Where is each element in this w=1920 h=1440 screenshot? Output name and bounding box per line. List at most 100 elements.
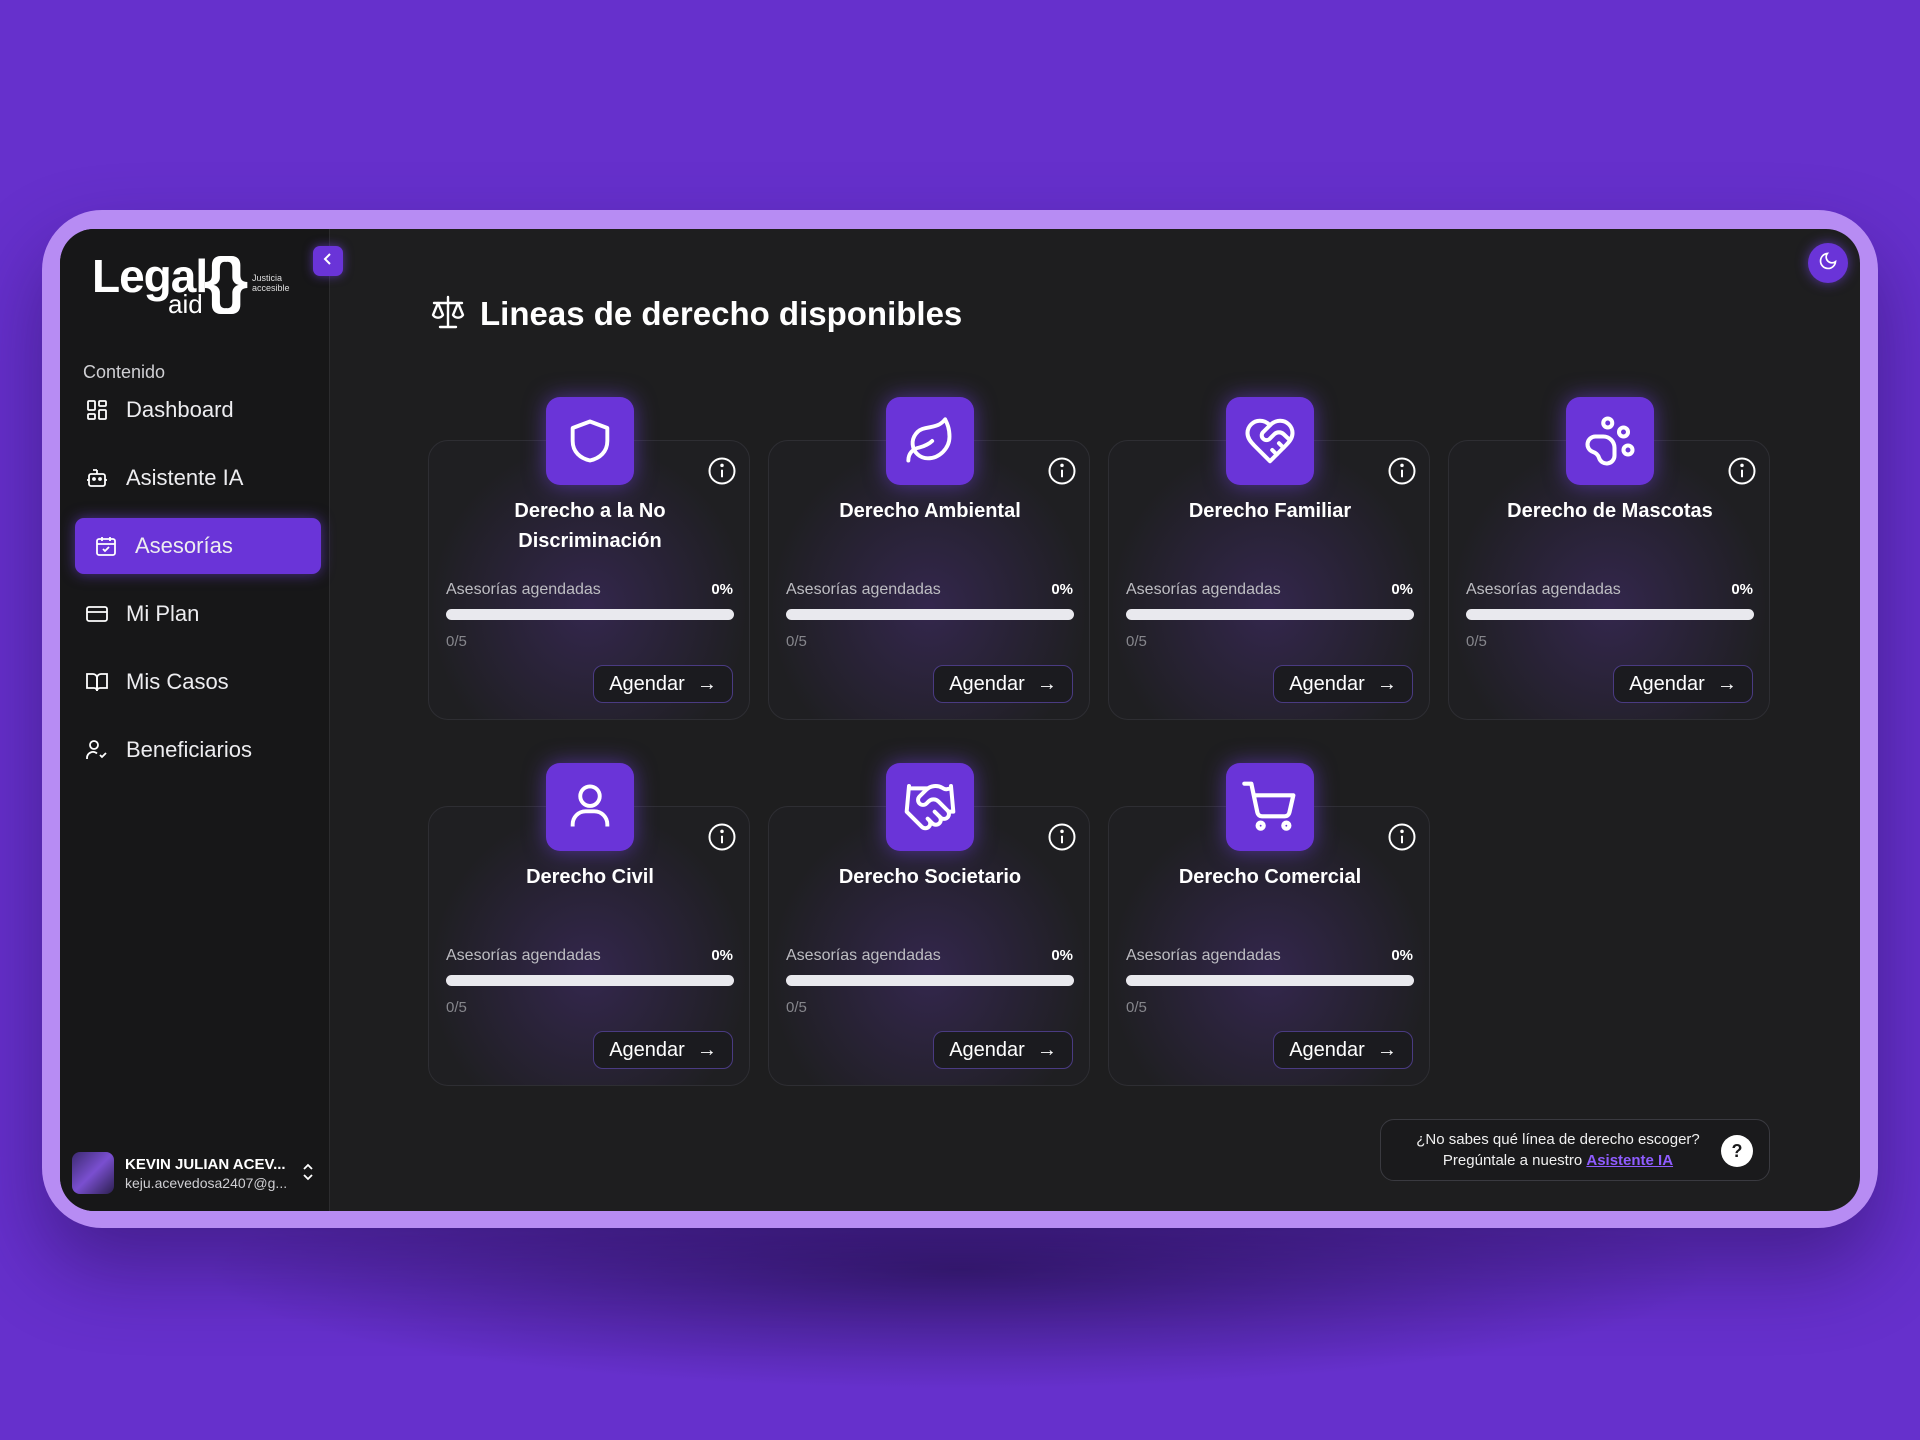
arrow-right-icon: →	[696, 672, 717, 695]
progress-bar	[1126, 609, 1414, 620]
moon-icon	[1818, 251, 1838, 276]
calendar-check-icon	[92, 532, 120, 560]
help-line-2: Pregúntale a nuestro Asistente IA	[1393, 1150, 1723, 1171]
brand-tagline: Justicia accesible	[252, 273, 290, 293]
card-derecho-civil: Derecho Civil Asesorías agendadas 0% 0/5…	[428, 763, 750, 1086]
brand-logo[interactable]: Legal aid {} Justicia accesible	[92, 246, 302, 329]
credit-card-icon	[83, 600, 111, 628]
stat-label: Asesorías agendadas	[446, 581, 601, 598]
help-box: ¿No sabes qué línea de derecho escoger? …	[1380, 1119, 1770, 1181]
agendar-button-label: Agendar	[949, 1038, 1025, 1061]
heart-handshake-icon	[1226, 397, 1314, 485]
scale-icon	[428, 293, 468, 336]
brand-braces: {}	[204, 246, 248, 315]
stat-count: 0/5	[446, 633, 467, 650]
agendar-button-label: Agendar	[949, 672, 1025, 695]
progress-bar	[786, 975, 1074, 986]
agendar-button[interactable]: Agendar →	[1273, 665, 1413, 703]
info-icon[interactable]	[1047, 456, 1077, 486]
user-name: KEVIN JULIAN ACEV...	[125, 1156, 286, 1173]
book-icon	[83, 668, 111, 696]
stat-count: 0/5	[1466, 633, 1487, 650]
chevron-left-icon	[320, 251, 336, 272]
sidebar-item-mis-casos[interactable]: Mis Casos	[75, 654, 321, 710]
sidebar-item-dashboard[interactable]: Dashboard	[75, 382, 321, 438]
stat-label: Asesorías agendadas	[786, 581, 941, 598]
agendar-button[interactable]: Agendar →	[933, 1031, 1073, 1069]
sidebar-item-label: Dashboard	[126, 397, 234, 422]
sidebar-item-asistente-ia[interactable]: Asistente IA	[75, 450, 321, 506]
info-icon[interactable]	[1387, 456, 1417, 486]
user-menu[interactable]: KEVIN JULIAN ACEV... keju.acevedosa2407@…	[72, 1149, 322, 1199]
help-line-2-prefix: Pregúntale a nuestro	[1442, 1152, 1583, 1169]
sidebar-item-label: Asistente IA	[126, 465, 244, 490]
shield-icon	[546, 397, 634, 485]
card-derecho-familiar: Derecho Familiar Asesorías agendadas 0% …	[1108, 397, 1430, 720]
user-email: keju.acevedosa2407@g...	[125, 1175, 288, 1191]
stat-label: Asesorías agendadas	[1126, 947, 1281, 964]
progress-bar	[1466, 609, 1754, 620]
progress-bar	[446, 609, 734, 620]
sidebar-item-label: Mi Plan	[126, 601, 200, 626]
info-icon[interactable]	[707, 822, 737, 852]
arrow-right-icon: →	[1376, 672, 1397, 695]
stat-count: 0/5	[786, 633, 807, 650]
stat-percent: 0%	[1051, 947, 1073, 964]
stat-percent: 0%	[1051, 581, 1073, 598]
card-title: Derecho Familiar	[1188, 500, 1352, 522]
user-icon	[546, 763, 634, 851]
stat-percent: 0%	[711, 947, 733, 964]
agendar-button[interactable]: Agendar →	[1613, 665, 1753, 703]
dashboard-icon	[83, 396, 111, 424]
arrow-right-icon: →	[1716, 672, 1737, 695]
asistente-ia-link[interactable]: Asistente IA	[1586, 1152, 1673, 1169]
stat-count: 0/5	[446, 999, 467, 1016]
sidebar: Legal aid {} Justicia accesible Contenid…	[60, 229, 330, 1211]
stat-percent: 0%	[1731, 581, 1753, 598]
cart-icon	[1226, 763, 1314, 851]
stat-label: Asesorías agendadas	[1466, 581, 1621, 598]
sidebar-item-label: Beneficiarios	[126, 737, 252, 762]
card-title: Derecho a la No Discriminación	[514, 500, 666, 552]
app-screen: Legal aid {} Justicia accesible Contenid…	[60, 229, 1860, 1211]
sidebar-collapse-button[interactable]	[313, 246, 343, 276]
card-derecho-comercial: Derecho Comercial Asesorías agendadas 0%…	[1108, 763, 1430, 1086]
arrow-right-icon: →	[1036, 1038, 1057, 1061]
card-title: Derecho Comercial	[1178, 866, 1362, 888]
agendar-button-label: Agendar	[1289, 672, 1365, 695]
sidebar-item-mi-plan[interactable]: Mi Plan	[75, 586, 321, 642]
stat-label: Asesorías agendadas	[1126, 581, 1281, 598]
stat-count: 0/5	[786, 999, 807, 1016]
info-icon[interactable]	[1727, 456, 1757, 486]
leaf-icon	[886, 397, 974, 485]
stat-count: 0/5	[1126, 999, 1147, 1016]
bot-icon	[83, 464, 111, 492]
stat-percent: 0%	[711, 581, 733, 598]
agendar-button[interactable]: Agendar →	[593, 1031, 733, 1069]
agendar-button[interactable]: Agendar →	[933, 665, 1073, 703]
info-icon[interactable]	[1387, 822, 1417, 852]
info-icon[interactable]	[707, 456, 737, 486]
progress-bar	[446, 975, 734, 986]
sidebar-item-asesorias[interactable]: Asesorías	[75, 518, 321, 574]
agendar-button[interactable]: Agendar →	[593, 665, 733, 703]
help-button[interactable]: ?	[1721, 1135, 1753, 1167]
help-text: ¿No sabes qué línea de derecho escoger? …	[1393, 1129, 1723, 1171]
stat-percent: 0%	[1391, 581, 1413, 598]
theme-toggle-button[interactable]	[1808, 243, 1848, 283]
chevrons-up-down-icon[interactable]	[300, 1161, 316, 1188]
user-check-icon	[83, 736, 111, 764]
help-line-1: ¿No sabes qué línea de derecho escoger?	[1416, 1131, 1700, 1148]
arrow-right-icon: →	[1036, 672, 1057, 695]
arrow-right-icon: →	[1376, 1038, 1397, 1061]
page-title-text: Lineas de derecho disponibles	[480, 295, 963, 332]
agendar-button-label: Agendar	[609, 672, 685, 695]
handshake-icon	[886, 763, 974, 851]
stat-count: 0/5	[1126, 633, 1147, 650]
agendar-button[interactable]: Agendar →	[1273, 1031, 1413, 1069]
sidebar-item-label: Asesorías	[135, 533, 233, 558]
card-title: Derecho de Mascotas	[1507, 500, 1713, 522]
info-icon[interactable]	[1047, 822, 1077, 852]
sidebar-item-beneficiarios[interactable]: Beneficiarios	[75, 722, 321, 778]
card-derecho-mascotas: Derecho de Mascotas Asesorías agendadas …	[1448, 397, 1770, 720]
